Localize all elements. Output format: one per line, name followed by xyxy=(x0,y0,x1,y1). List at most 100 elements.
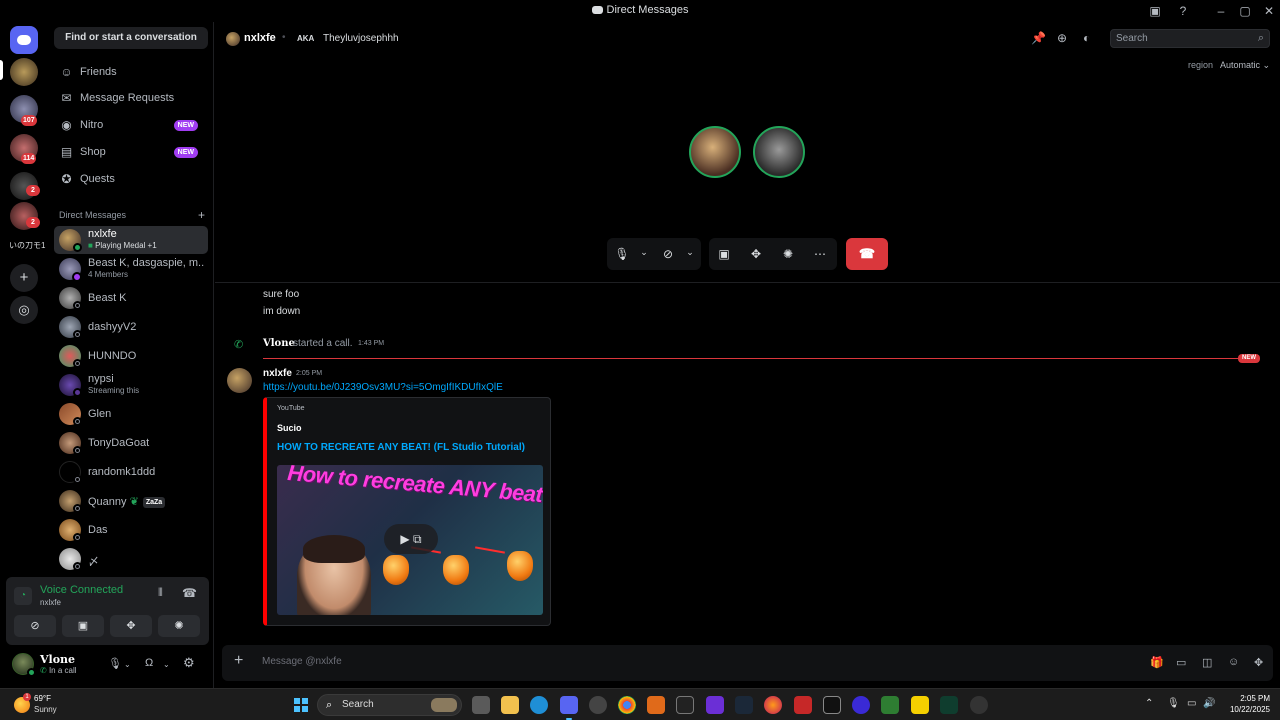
network-icon[interactable]: ▭ xyxy=(1187,698,1196,709)
avatar[interactable] xyxy=(227,368,252,393)
fl-studio-icon[interactable] xyxy=(647,696,665,714)
activities-button[interactable]: ✥ xyxy=(110,615,152,637)
user-name[interactable]: Vl𝐨ne xyxy=(40,653,75,666)
dm-item[interactable]: TonyDaGoat xyxy=(54,429,208,457)
disconnect-icon[interactable]: ☎ xyxy=(182,586,197,600)
clock-time[interactable]: 2:05 PM xyxy=(1226,694,1270,703)
discord-taskbar-icon[interactable] xyxy=(560,696,578,720)
app-icon[interactable] xyxy=(706,696,724,714)
attach-plus-icon[interactable]: + xyxy=(234,652,243,670)
activities-icon[interactable]: ✥ xyxy=(747,247,765,261)
dm-item[interactable]: HUNNDO xyxy=(54,342,208,370)
help-icon[interactable]: ? xyxy=(1172,2,1194,20)
file-explorer-icon[interactable] xyxy=(501,696,519,714)
screen-share-icon[interactable]: ▣ xyxy=(715,247,733,261)
add-server-button[interactable]: + xyxy=(10,264,38,292)
chrome-icon[interactable] xyxy=(618,696,636,714)
headset-icon[interactable]: Ω xyxy=(145,657,153,669)
discover-icon[interactable]: ◎ xyxy=(10,296,38,324)
play-button[interactable]: ▶ ⧉ xyxy=(384,524,438,554)
soundboard-button[interactable]: ✺ xyxy=(158,615,200,637)
microphone-icon[interactable]: 🎙 xyxy=(613,247,631,261)
nav-message-requests[interactable]: ✉ Message Requests xyxy=(54,86,208,110)
signal-icon[interactable]: ◔ xyxy=(14,587,32,605)
app-icon[interactable] xyxy=(852,696,870,714)
embed-author[interactable]: Sucio xyxy=(277,423,302,433)
gif-icon[interactable]: ▭ xyxy=(1176,656,1186,669)
maximize-button[interactable]: ▢ xyxy=(1234,2,1256,20)
inbox-icon[interactable]: ▣ xyxy=(1144,2,1166,20)
more-options-icon[interactable]: ⋯ xyxy=(811,247,829,261)
app-icon[interactable] xyxy=(970,696,988,714)
volume-icon[interactable]: 🔊 xyxy=(1203,698,1215,709)
nav-shop[interactable]: ▤ Shop NEW xyxy=(54,140,208,164)
app-icon[interactable] xyxy=(911,696,929,714)
weather-description[interactable]: Sunny xyxy=(34,705,57,714)
pin-icon[interactable]: 📌 xyxy=(1031,31,1046,45)
emoji-icon[interactable]: ☺ xyxy=(1228,656,1239,668)
app-icon[interactable] xyxy=(940,696,958,714)
add-friend-icon[interactable]: ⊕ xyxy=(1057,31,1067,45)
close-button[interactable]: ✕ xyxy=(1258,2,1280,20)
app-icon[interactable] xyxy=(881,696,899,714)
clock-date[interactable]: 10/22/2025 xyxy=(1220,705,1270,714)
message-author[interactable]: nxlxfe xyxy=(263,368,292,379)
microphone-icon[interactable]: 🎙 xyxy=(1167,698,1180,709)
dm-item[interactable]: Das xyxy=(54,516,208,544)
find-conversation-button[interactable]: Find or start a conversation xyxy=(54,27,208,49)
settings-gear-icon[interactable]: ⚙ xyxy=(183,655,195,671)
call-participant-avatar[interactable] xyxy=(689,126,741,178)
message-input[interactable]: Message @nxlxfe xyxy=(262,656,342,667)
call-participant-avatar[interactable] xyxy=(753,126,805,178)
dm-title[interactable]: nxlxfe xyxy=(244,32,276,44)
taskbar-search[interactable]: ⌕ Search xyxy=(317,694,462,716)
nav-quests[interactable]: ✪ Quests xyxy=(54,167,208,191)
screen-share-button[interactable]: ▣ xyxy=(62,615,104,637)
voicemeeter-icon[interactable] xyxy=(823,696,841,714)
dm-item[interactable]: nxlxfe ■ Playing Medal +1 xyxy=(54,226,208,254)
video-thumbnail[interactable]: How to recreate ANY beat ▶ ⧉ xyxy=(277,465,543,615)
minimize-button[interactable]: – xyxy=(1210,2,1232,20)
dm-item[interactable]: Beast K xyxy=(54,284,208,312)
edge-icon[interactable] xyxy=(530,696,548,714)
weather-temperature[interactable]: 69°F xyxy=(34,694,51,703)
home-button[interactable] xyxy=(10,26,38,54)
steam-icon[interactable] xyxy=(735,696,753,714)
firefox-icon[interactable] xyxy=(764,696,782,714)
message-link[interactable]: https://youtu.be/0J239Osv3MU?si=5OmgIfIK… xyxy=(263,382,503,393)
nav-friends[interactable]: ☺ Friends xyxy=(54,60,208,84)
server-avatar[interactable] xyxy=(10,58,38,86)
dm-item[interactable]: Quanny ❦ ZaZa xyxy=(54,487,208,515)
dm-item[interactable]: randomk1ddd xyxy=(54,458,208,486)
create-dm-icon[interactable]: + xyxy=(198,208,205,222)
gift-icon[interactable]: 🎁 xyxy=(1150,656,1164,669)
voice-channel[interactable]: nxlxfe xyxy=(40,598,61,607)
search-input[interactable]: Search ⌕ xyxy=(1110,29,1270,48)
voice-status[interactable]: Voice Connected xyxy=(40,584,123,596)
epic-games-icon[interactable] xyxy=(676,696,694,714)
camera-off-button[interactable]: ⊘ xyxy=(14,615,56,637)
task-view-icon[interactable] xyxy=(472,696,490,714)
dm-item[interactable]: dashyyV2 xyxy=(54,313,208,341)
system-message-author[interactable]: Vl𝐨ne xyxy=(263,338,295,349)
dm-item[interactable]: 〆 xyxy=(54,545,208,573)
noise-suppression-icon[interactable]: ⦀ xyxy=(158,587,163,600)
soundboard-icon[interactable]: ✺ xyxy=(779,247,797,261)
apps-icon[interactable]: ✥ xyxy=(1254,656,1263,669)
leave-call-button[interactable]: ☎ xyxy=(846,238,888,270)
dm-item[interactable]: nypsi Streaming this xyxy=(54,371,208,399)
user-profile-icon[interactable]: ◐ xyxy=(1083,31,1090,45)
server-name-text[interactable]: いの刀モ1 xyxy=(9,240,45,251)
embed-title[interactable]: HOW TO RECREATE ANY BEAT! (FL Studio Tut… xyxy=(277,442,525,453)
microphone-icon[interactable]: 🎙 xyxy=(108,657,122,670)
medal-icon[interactable] xyxy=(794,696,812,714)
camera-options-chevron-icon[interactable]: ⌄ xyxy=(681,247,699,258)
camera-off-icon[interactable]: ⊘ xyxy=(659,247,677,261)
dm-item[interactable]: Beast K, dasgaspie, m... 4 Members xyxy=(54,255,208,283)
sticker-icon[interactable]: ◫ xyxy=(1202,656,1212,669)
nav-nitro[interactable]: ◉ Nitro NEW xyxy=(54,113,208,137)
mic-options-chevron-icon[interactable]: ⌄ xyxy=(124,660,131,669)
tray-overflow-icon[interactable]: ⌃ xyxy=(1145,698,1153,709)
dm-item[interactable]: Glen xyxy=(54,400,208,428)
start-button[interactable] xyxy=(294,698,308,712)
